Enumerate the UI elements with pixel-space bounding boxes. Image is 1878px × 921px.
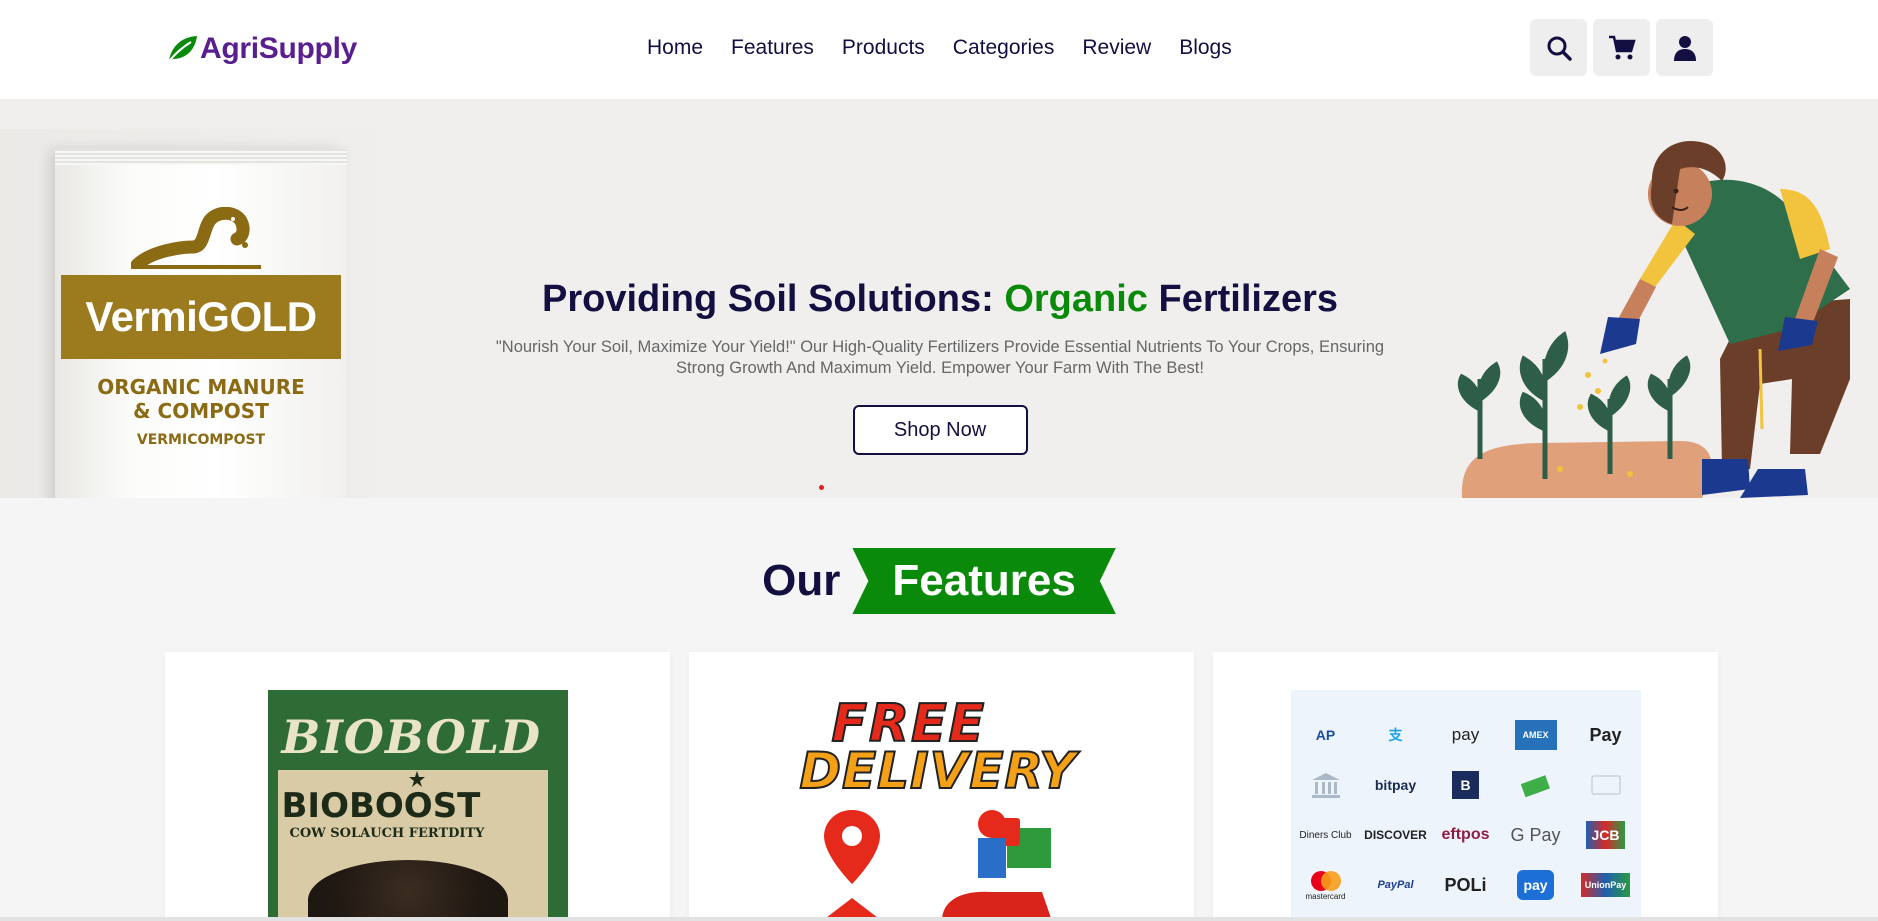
header-icons [1530,19,1719,76]
payment-logo: AMEX [1514,720,1557,750]
biobold-bag-image: BIOBOLD BIOBOOST COW SOLAUCH FERTDITY [267,690,568,921]
cart-button[interactable] [1593,19,1650,76]
payment-logo: UnionPay [1571,860,1641,910]
free-delivery-image: FREE DELIVERY [792,690,1092,921]
payment-logo: JCB [1571,810,1641,860]
packet-line3: VERMICOMPOST [136,432,266,448]
payment-logo: B [1431,760,1501,810]
feature-cards: BIOBOLD BIOBOOST COW SOLAUCH FERTDITY FR… [165,652,1737,921]
delivery-text: DELIVERY [798,741,1077,801]
bag-sub: COW SOLAUCH FERTDITY [289,826,485,841]
hero-title-highlight: Organic [1004,278,1148,320]
card-icon [1571,760,1641,810]
bag-name: BIOBOOST [281,786,481,826]
nav-categories[interactable]: Categories [953,34,1055,62]
nav-home[interactable]: Home [647,34,703,62]
user-button[interactable] [1656,19,1713,76]
packet-line1: ORGANIC MANURE [97,375,305,399]
payment-logo: bitpay [1374,777,1417,793]
bank-icon [1291,760,1361,810]
features-heading-tag: Features [852,548,1115,614]
payment-logo: eftpos [1441,826,1490,843]
delivery-scooter-icon [821,810,1052,921]
hero-description: "Nourish Your Soil, Maximize Your Yield!… [495,338,1385,377]
star-icon [408,771,425,787]
payment-logos-grid: AP 支 pay AMEX Pay bitpay B Diners Club D… [1291,710,1641,910]
payment-logo: pay [1501,860,1571,910]
payment-logo: DISCOVER [1364,828,1427,842]
user-icon [1673,35,1696,61]
feature-card-products: BIOBOLD BIOBOOST COW SOLAUCH FERTDITY [165,652,670,921]
payment-logo: G Pay [1510,824,1561,845]
hero-content: Providing Soil Solutions: Organic Fertil… [440,275,1440,455]
shop-now-button[interactable]: Shop Now [852,405,1028,455]
hero-slider: VermiGOLD ORGANIC MANURE & COMPOST VERMI… [0,99,1878,498]
payment-logo: pay [1451,725,1480,744]
feature-card-payments: AP 支 pay AMEX Pay bitpay B Diners Club D… [1213,652,1718,921]
bottom-edge [0,917,1878,921]
site-header: AgriSupply Home Features Products Catego… [0,0,1878,99]
slider-dot[interactable] [819,485,824,490]
payment-methods-image: AP 支 pay AMEX Pay bitpay B Diners Club D… [1290,690,1641,921]
nav-blogs[interactable]: Blogs [1179,34,1232,62]
packet-line2: & COMPOST [133,399,269,423]
packet-brand: VermiGOLD [85,293,317,340]
cart-icon [1608,35,1636,59]
feature-card-delivery: FREE DELIVERY [689,652,1194,921]
features-heading-our: Our [762,556,841,605]
payment-logo: 支 [1388,727,1403,743]
search-icon [1547,36,1572,61]
features-heading: Our Features [0,548,1878,614]
payment-logo: POLi [1444,874,1487,895]
payment-logo: Pay [1589,724,1622,745]
main-nav: Home Features Products Categories Review… [647,34,1260,62]
cash-icon [1501,760,1571,810]
payment-logo: PayPal [1377,879,1414,891]
payment-logo: Diners Club [1299,829,1352,841]
logo-text: AgriSupply [200,32,358,65]
search-button[interactable] [1530,19,1587,76]
leaf-icon [167,36,197,64]
logo[interactable]: AgriSupply [165,30,357,68]
farmer-illustration [1457,140,1850,498]
vermigold-packet: VermiGOLD ORGANIC MANURE & COMPOST VERMI… [55,149,347,498]
hero-title: Providing Soil Solutions: Organic Fertil… [541,278,1338,320]
nav-products[interactable]: Products [842,34,925,62]
payment-logo: mastercard [1291,860,1361,910]
nav-review[interactable]: Review [1082,34,1151,62]
nav-features[interactable]: Features [731,34,814,62]
bag-top-label: BIOBOLD [281,710,542,764]
payment-logo: AP [1315,727,1336,743]
product-packet-image: VermiGOLD ORGANIC MANURE & COMPOST VERMI… [0,129,400,498]
worm-icon [131,207,261,269]
